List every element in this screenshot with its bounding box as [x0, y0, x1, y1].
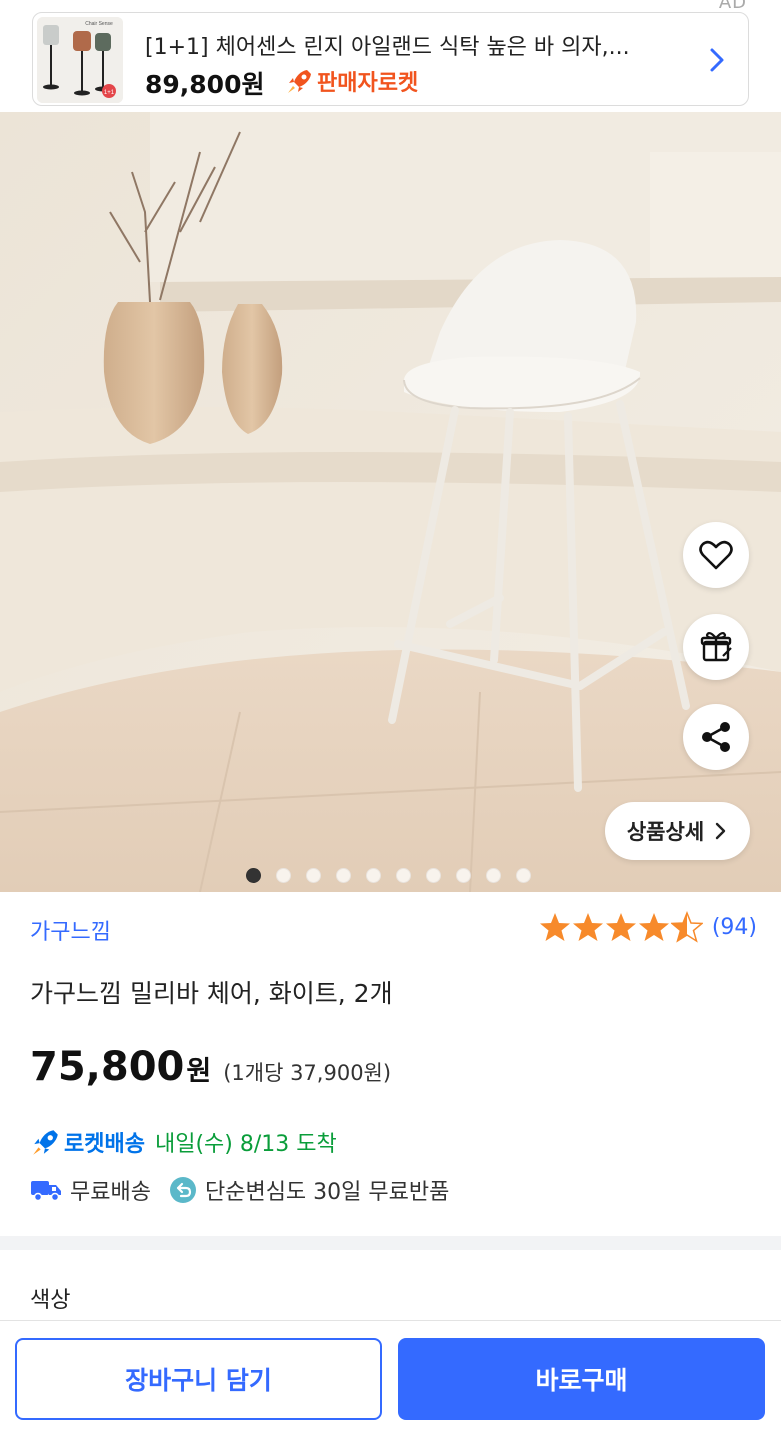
ad-price: 89,800원 [145, 70, 265, 99]
carousel-dot[interactable] [306, 868, 321, 883]
ad-title[interactable]: [1+1] 체어센스 린지 아일랜드 식탁 높은 바 의자,... [145, 29, 685, 61]
gift-icon [700, 631, 732, 662]
product-image-carousel[interactable]: 상품상세 [0, 112, 781, 892]
free-shipping-label: 무료배송 [70, 1180, 151, 1205]
carousel-dot[interactable] [336, 868, 351, 883]
ad-thumb-text: Chair Sense [85, 21, 113, 27]
star-full-icon [572, 913, 603, 941]
price-currency: 원 [186, 1056, 212, 1087]
chevron-right-icon[interactable] [700, 43, 734, 77]
star-half-icon [670, 911, 703, 943]
chevron-right-icon [715, 822, 726, 840]
return-icon [169, 1177, 196, 1203]
rocket-icon [33, 1130, 58, 1155]
price-row: 75,800 원 (1개당 37,900원) [30, 1044, 391, 1090]
share-button[interactable] [683, 704, 749, 770]
carousel-dot[interactable] [396, 868, 411, 883]
truck-icon [31, 1181, 61, 1202]
product-title: 가구느낌 밀리바 체어, 화이트, 2개 [30, 979, 393, 1008]
product-detail-label: 상품상세 [626, 820, 705, 844]
delivery-info: 로켓배송 내일(수) 8/13 도착 [30, 1126, 337, 1158]
share-icon [702, 722, 730, 752]
free-return-label: 단순변심도 30일 무료반품 [204, 1180, 450, 1205]
seller-rocket-label: 판매자로켓 [317, 71, 419, 96]
rating-summary[interactable]: (94) [539, 911, 757, 943]
arrival-date: 내일(수) 8/13 도착 [154, 1132, 337, 1157]
carousel-dot[interactable] [486, 868, 501, 883]
star-full-icon [605, 913, 636, 941]
carousel-dot[interactable] [246, 868, 261, 883]
rocket-delivery-label: 로켓배송 [64, 1132, 145, 1157]
sale-price: 75,800 [30, 1044, 185, 1090]
unit-price: (1개당 37,900원) [223, 1061, 392, 1085]
review-count[interactable]: (94) [712, 915, 757, 940]
carousel-indicator [246, 868, 546, 883]
star-full-icon [539, 913, 570, 941]
brand-link[interactable]: 가구느낌 [30, 914, 111, 946]
seller-rocket-badge: 판매자로켓 [285, 65, 418, 97]
carousel-dot[interactable] [456, 868, 471, 883]
buy-now-button[interactable]: 바로구매 [398, 1338, 765, 1420]
product-photo [0, 112, 781, 892]
ad-banner: AD 1+1 Chair Sense [1+1] 체어센스 린지 아일랜드 식탁… [0, 0, 781, 112]
carousel-dot[interactable] [276, 868, 291, 883]
ad-card[interactable]: 1+1 Chair Sense [1+1] 체어센스 린지 아일랜드 식탁 높은… [32, 12, 749, 106]
carousel-dot[interactable] [516, 868, 531, 883]
carousel-dot[interactable] [366, 868, 381, 883]
ad-thumbnail: 1+1 Chair Sense [37, 17, 123, 103]
add-to-cart-button[interactable]: 장바구니 담기 [15, 1338, 382, 1420]
section-divider [0, 1236, 781, 1250]
color-option-label: 색상 [30, 1288, 71, 1313]
rocket-icon [288, 70, 311, 93]
bottom-action-bar: 장바구니 담기 바로구매 [0, 1320, 781, 1440]
product-detail-button[interactable]: 상품상세 [605, 802, 750, 860]
carousel-dot[interactable] [426, 868, 441, 883]
ad-thumb-badge: 1+1 [104, 90, 115, 96]
gift-button[interactable] [683, 614, 749, 680]
star-full-icon [638, 913, 669, 941]
heart-icon [699, 540, 733, 570]
shipping-info: 무료배송 단순변심도 30일 무료반품 [30, 1174, 449, 1206]
wishlist-button[interactable] [683, 522, 749, 588]
